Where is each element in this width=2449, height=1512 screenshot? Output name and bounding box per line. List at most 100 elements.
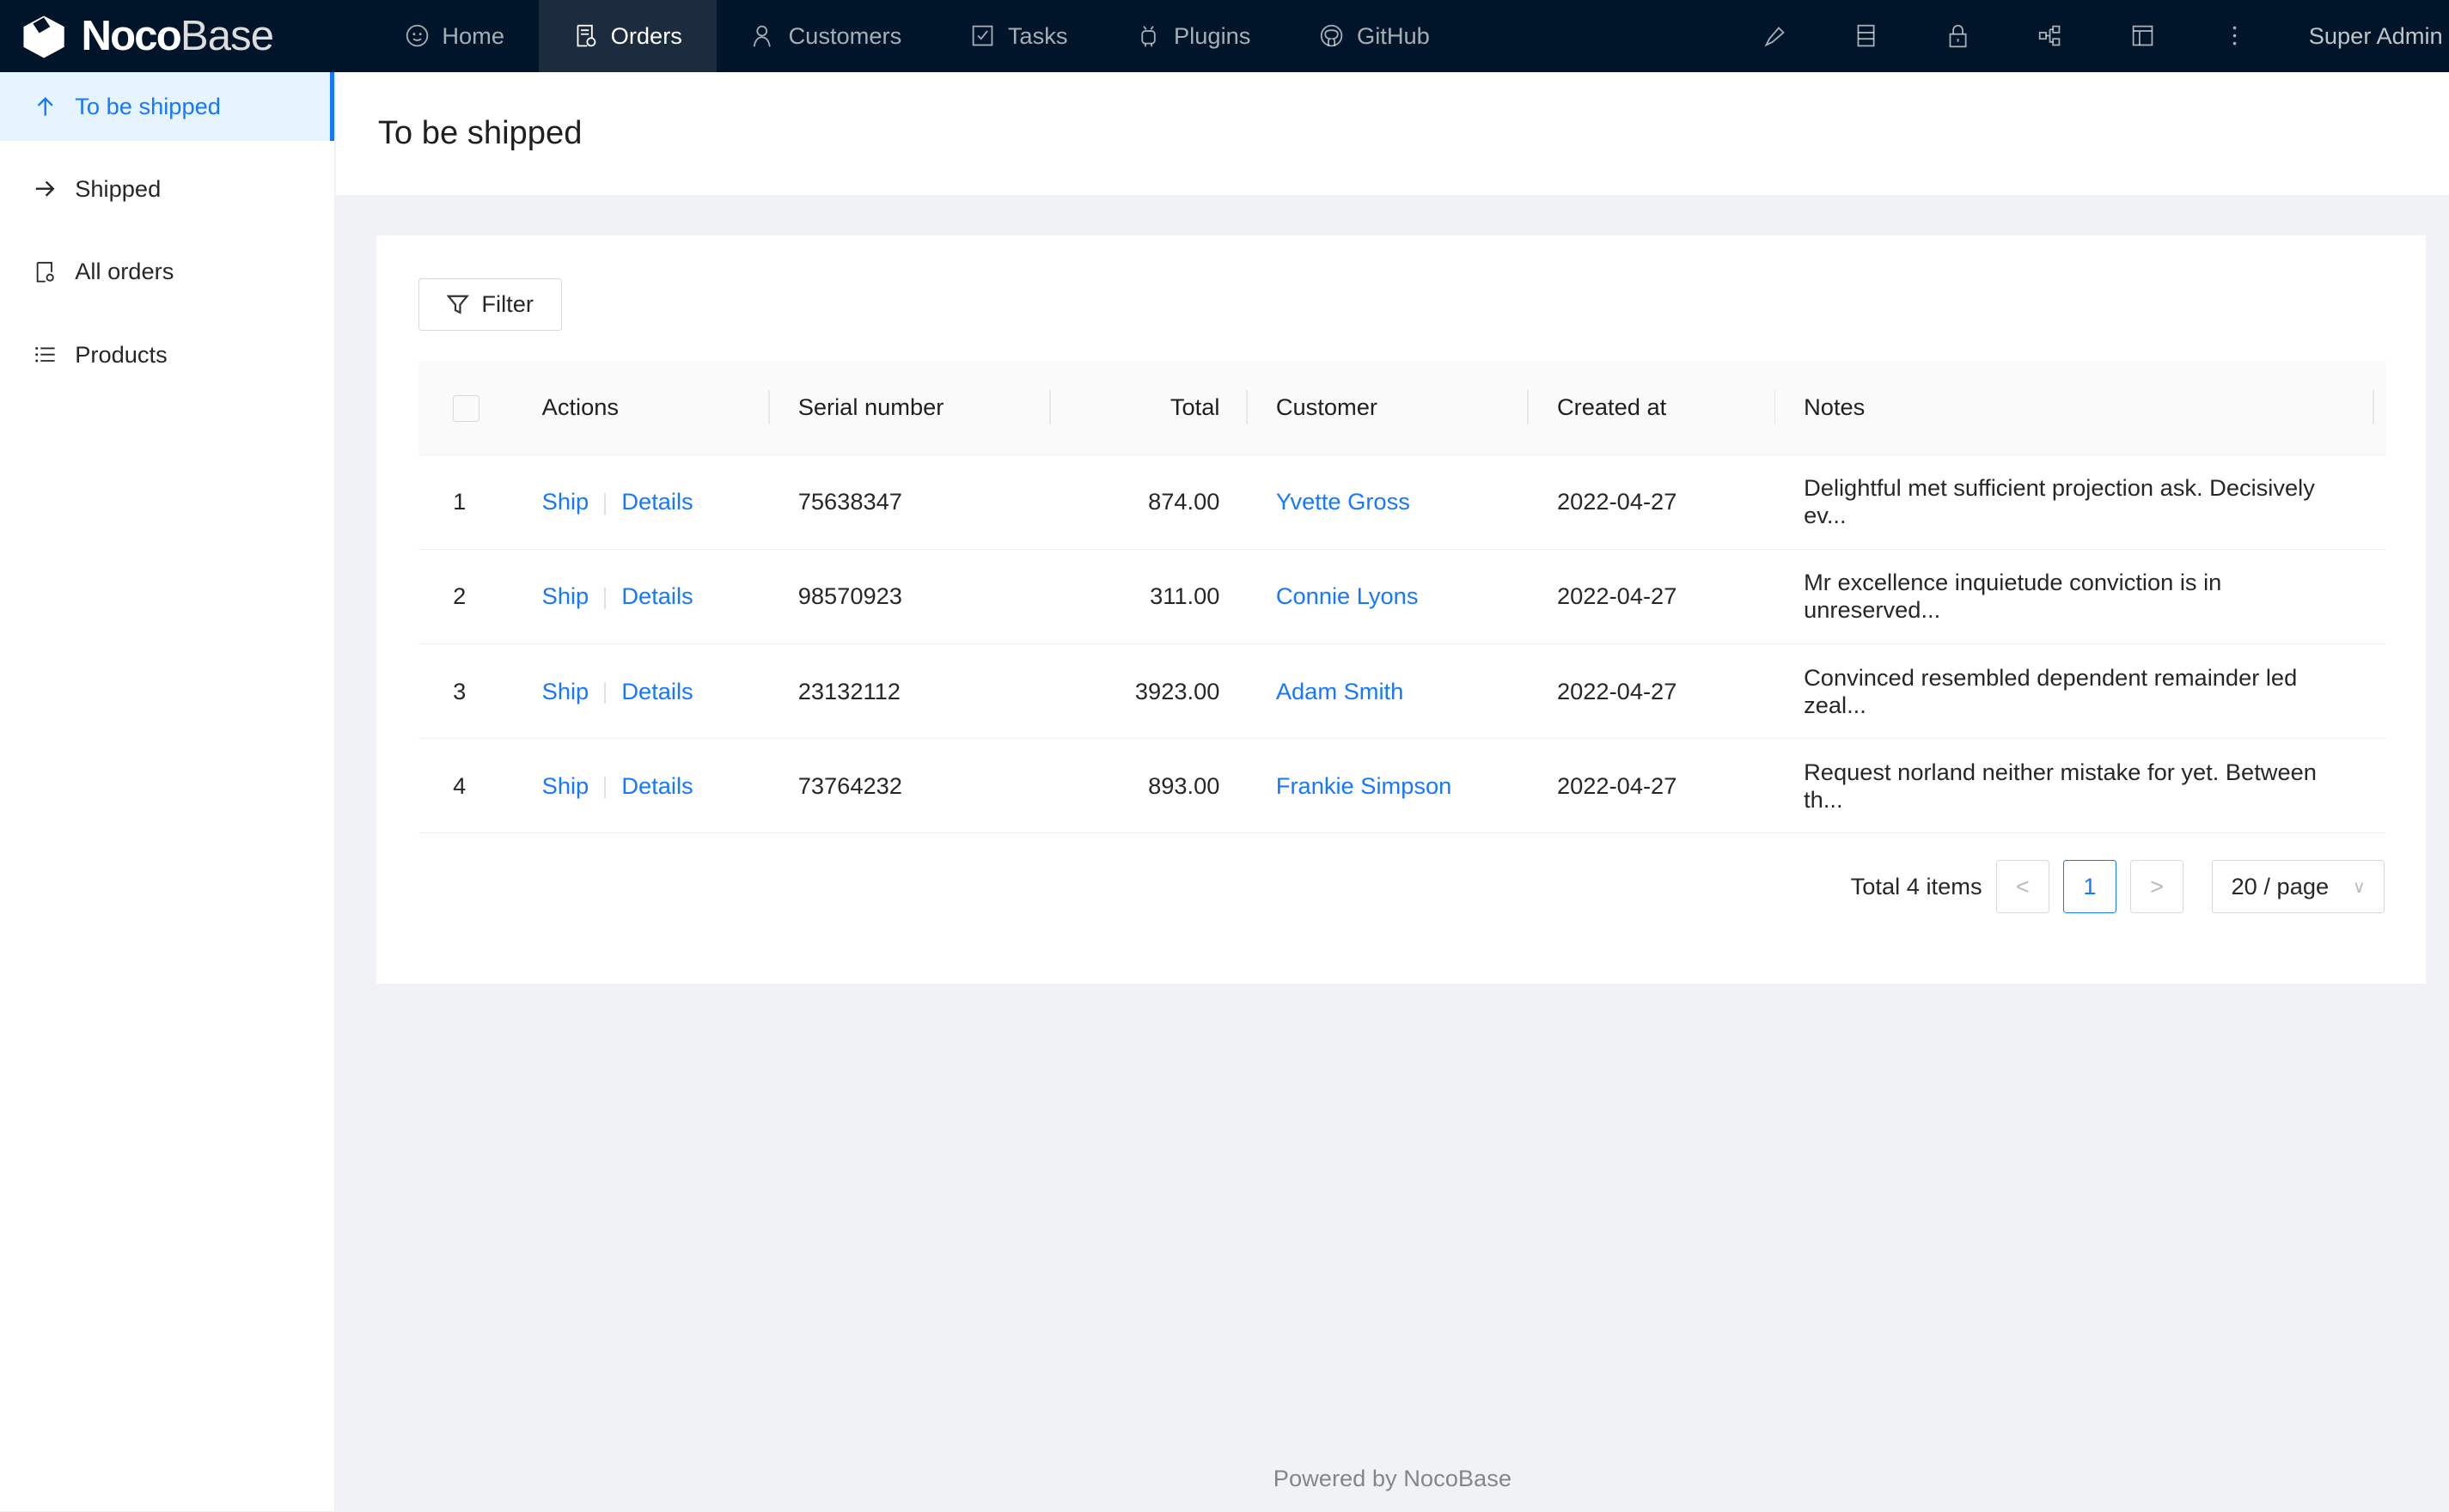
column-label: Actions (541, 393, 620, 421)
details-link[interactable]: Details (621, 772, 693, 799)
arrow-up-icon (37, 96, 53, 116)
notes-cell: Mr excellence inquietude conviction is i… (1775, 549, 2387, 644)
column-header-notes[interactable]: Notes (1775, 360, 2374, 455)
column-header-actions[interactable]: Actions (513, 360, 770, 455)
created-cell: 2022-04-27 (1529, 454, 1776, 550)
nav-github[interactable]: GitHub (1285, 0, 1463, 72)
logo[interactable]: Noco Base (0, 0, 370, 72)
layout-button[interactable] (2097, 23, 2189, 48)
notes-cell: Delightful met sufficient projection ask… (1775, 454, 2387, 550)
lock-button[interactable] (1912, 23, 2004, 48)
total-cell: 3923.00 (1051, 643, 1249, 740)
column-header-total[interactable]: Total (1051, 360, 1249, 455)
sidebar: To be shipped Shipped All orders Products (0, 71, 335, 1512)
database-button[interactable] (1820, 23, 1912, 48)
chevron-left-icon: < (2015, 873, 2030, 900)
column-header-spacer (2373, 360, 2387, 455)
action-divider (604, 681, 607, 704)
notes-cell: Request norland neither mistake for yet.… (1775, 738, 2387, 834)
actions-cell: Ship Details (513, 738, 770, 834)
page-title: To be shipped (377, 113, 583, 151)
prev-page-button[interactable]: < (1995, 860, 2049, 914)
more-icon (2232, 26, 2237, 46)
column-label: Total (1170, 393, 1220, 421)
orders-table-card: Filter Actions Serial number Total Customer… (376, 235, 2426, 985)
customer-cell: Connie Lyons (1248, 549, 1530, 644)
total-cell: 893.00 (1051, 738, 1249, 834)
page-header: To be shipped (335, 71, 2449, 196)
sidebar-item-label: Shipped (75, 174, 162, 202)
android-icon (1141, 26, 1157, 47)
more-button[interactable] (2189, 23, 2281, 48)
select-all-checkbox[interactable] (453, 394, 480, 423)
details-link[interactable]: Details (621, 582, 693, 609)
customer-cell: Yvette Gross (1248, 454, 1530, 550)
nav-home[interactable]: Home (370, 0, 539, 72)
actions-cell: Ship Details (513, 643, 770, 740)
user-icon (753, 25, 771, 47)
column-header-created-at[interactable]: Created at (1529, 360, 1776, 455)
page-size-value: 20 / page (2231, 873, 2330, 900)
page-size-select[interactable]: 20 / page ∨ (2211, 860, 2385, 914)
sidebar-item-to-be-shipped[interactable]: To be shipped (0, 71, 334, 141)
customer-link[interactable]: Adam Smith (1276, 678, 1403, 704)
footer: Powered by NocoBase (1273, 1464, 1512, 1491)
customer-link[interactable]: Yvette Gross (1276, 488, 1410, 515)
serial-cell: 73764232 (770, 738, 1052, 834)
layout-icon (2132, 25, 2153, 46)
table-row: 2 Ship Details 98570923 311.00 Connie Lyo… (418, 549, 2387, 644)
filter-icon (447, 295, 469, 314)
github-icon (1321, 25, 1343, 47)
ship-link[interactable]: Ship (542, 678, 589, 704)
nav-customers[interactable]: Customers (717, 0, 936, 72)
customer-link[interactable]: Frankie Simpson (1276, 772, 1451, 799)
nav-orders[interactable]: Orders (539, 0, 717, 72)
nav-tasks[interactable]: Tasks (936, 0, 1102, 72)
actions-cell: Ship Details (513, 454, 770, 550)
list-icon (35, 346, 55, 363)
highlight-button[interactable] (1728, 23, 1820, 48)
serial-cell: 75638347 (770, 454, 1052, 550)
user-menu[interactable]: Super Admin (2281, 22, 2449, 50)
next-page-button[interactable]: > (2130, 860, 2184, 914)
chevron-down-icon: ∨ (2353, 877, 2366, 897)
filter-button[interactable]: Filter (418, 277, 563, 332)
row-index: 4 (418, 738, 514, 834)
ship-link[interactable]: Ship (542, 582, 589, 609)
actions-cell: Ship Details (513, 549, 770, 644)
filter-label: Filter (481, 290, 534, 318)
created-cell: 2022-04-27 (1529, 738, 1776, 834)
orders-table: Actions Serial number Total Customer Created… (418, 360, 2387, 834)
ship-link[interactable]: Ship (542, 772, 589, 799)
column-header-serial-number[interactable]: Serial number (770, 360, 1052, 455)
sidebar-item-shipped[interactable]: Shipped (0, 155, 334, 223)
details-link[interactable]: Details (621, 488, 693, 515)
serial-cell: 98570923 (770, 549, 1052, 644)
sidebar-item-all-orders[interactable]: All orders (0, 237, 334, 306)
column-header-customer[interactable]: Customer (1248, 360, 1530, 455)
column-label: Customer (1275, 393, 1377, 421)
customer-cell: Adam Smith (1248, 643, 1530, 740)
partition-icon (2039, 25, 2061, 46)
pagination-total: Total 4 items (1850, 873, 1982, 900)
nav-label: GitHub (1357, 21, 1430, 49)
database-icon (1857, 25, 1875, 47)
customer-link[interactable]: Connie Lyons (1276, 582, 1419, 609)
page-1-button[interactable]: 1 (2063, 860, 2116, 914)
column-label: Notes (1804, 393, 1866, 421)
lock-icon (1949, 25, 1967, 48)
select-all-cell (418, 360, 514, 455)
notes-cell: Convinced resembled dependent remainder … (1775, 643, 2387, 740)
ship-link[interactable]: Ship (542, 488, 589, 515)
created-cell: 2022-04-27 (1529, 549, 1776, 644)
details-link[interactable]: Details (621, 678, 693, 704)
partition-button[interactable] (2004, 23, 2096, 48)
nav-plugins[interactable]: Plugins (1102, 0, 1285, 72)
file-check-icon (577, 25, 596, 47)
file-search-icon (36, 261, 54, 283)
top-bar: Noco Base Home Orders Customers Tasks Plugins… (0, 0, 2449, 72)
table-row: 1 Ship Details 75638347 874.00 Yvette Gro… (418, 454, 2387, 550)
sidebar-item-products[interactable]: Products (0, 320, 334, 389)
created-cell: 2022-04-27 (1529, 643, 1776, 740)
column-label: Created at (1556, 393, 1667, 421)
